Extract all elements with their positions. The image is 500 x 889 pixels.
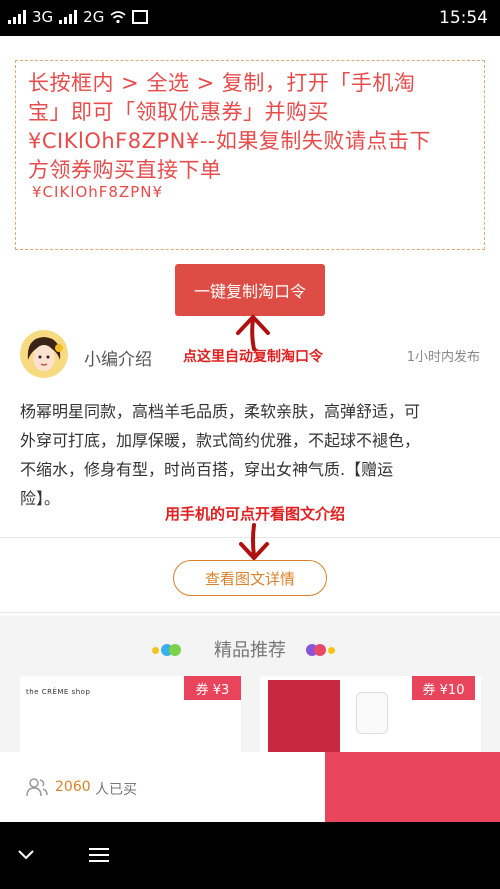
menu-icon[interactable]	[88, 846, 110, 864]
detail-hint: 用手机的可点开看图文介绍	[165, 505, 346, 523]
description-line: 外穿可打底，加厚保暖，款式简约优雅，不起球不褪色，	[20, 431, 421, 450]
product-description: 杨幂明星同款，高档羊毛品质，柔软亲肤，高弹舒适，可 外穿可打底，加厚保暖，款式简…	[20, 397, 482, 513]
wifi-icon	[110, 11, 126, 24]
coupon-line: 长按框内 > 全选 > 复制，打开「手机淘	[28, 71, 416, 95]
chevron-down-icon[interactable]	[16, 848, 36, 862]
decor-dots-right-icon	[306, 644, 335, 656]
intro-title: 小编介绍	[84, 350, 152, 370]
signal-icon	[59, 10, 78, 24]
status-indicators: 3G 2G	[8, 8, 149, 26]
system-nav-bar	[0, 822, 500, 889]
buyer-count: 2060	[55, 779, 91, 795]
recommend-title: 精品推荐	[214, 640, 286, 661]
coupon-line: ¥CIKlOhF8ZPN¥--如果复制失败请点击下	[28, 129, 431, 153]
status-bar: 3G 2G 15:54	[0, 0, 500, 36]
publish-time: 1小时内发布	[406, 350, 480, 365]
arrow-down-icon	[239, 523, 269, 561]
product-brand: the CRÈME shop	[26, 688, 91, 696]
signal-icon	[8, 10, 26, 24]
coupon-instructions: 长按框内 > 全选 > 复制，打开「手机淘 宝」即可「领取优惠券」并购买 ¥CI…	[28, 69, 478, 185]
view-details-button[interactable]: 查看图文详情	[173, 560, 327, 596]
buy-bar	[0, 752, 325, 822]
network-type-2: 2G	[83, 8, 105, 26]
coupon-tag: 券 ¥3	[184, 676, 241, 700]
copy-hint: 点这里自动复制淘口令	[183, 349, 323, 365]
copy-token-button[interactable]: 一键复制淘口令	[175, 264, 325, 316]
coupon-line: 宝」即可「领取优惠券」并购买	[28, 100, 329, 124]
status-time: 15:54	[439, 8, 488, 28]
buy-button[interactable]	[325, 752, 500, 822]
image-notification-icon	[132, 10, 149, 24]
description-line: 不缩水，修身有型，时尚百搭，穿出女神气质.【赠运	[20, 460, 394, 479]
users-icon	[26, 778, 48, 797]
buyer-label: 人已买	[95, 782, 137, 798]
coupon-line: 方领券购买直接下单	[28, 158, 222, 182]
product-image	[268, 680, 340, 756]
divider	[0, 612, 500, 613]
coupon-code: ¥CIKlOhF8ZPN¥	[32, 183, 164, 201]
network-type-1: 3G	[32, 8, 54, 26]
coupon-tag: 券 ¥10	[412, 676, 475, 700]
coupon-code-box[interactable]: 长按框内 > 全选 > 复制，打开「手机淘 宝」即可「领取优惠券」并购买 ¥CI…	[15, 60, 485, 250]
avatar	[20, 330, 68, 378]
product-image	[356, 692, 388, 734]
description-line: 杨幂明星同款，高档羊毛品质，柔软亲肤，高弹舒适，可	[20, 402, 421, 421]
editor-avatar-icon	[20, 330, 68, 378]
